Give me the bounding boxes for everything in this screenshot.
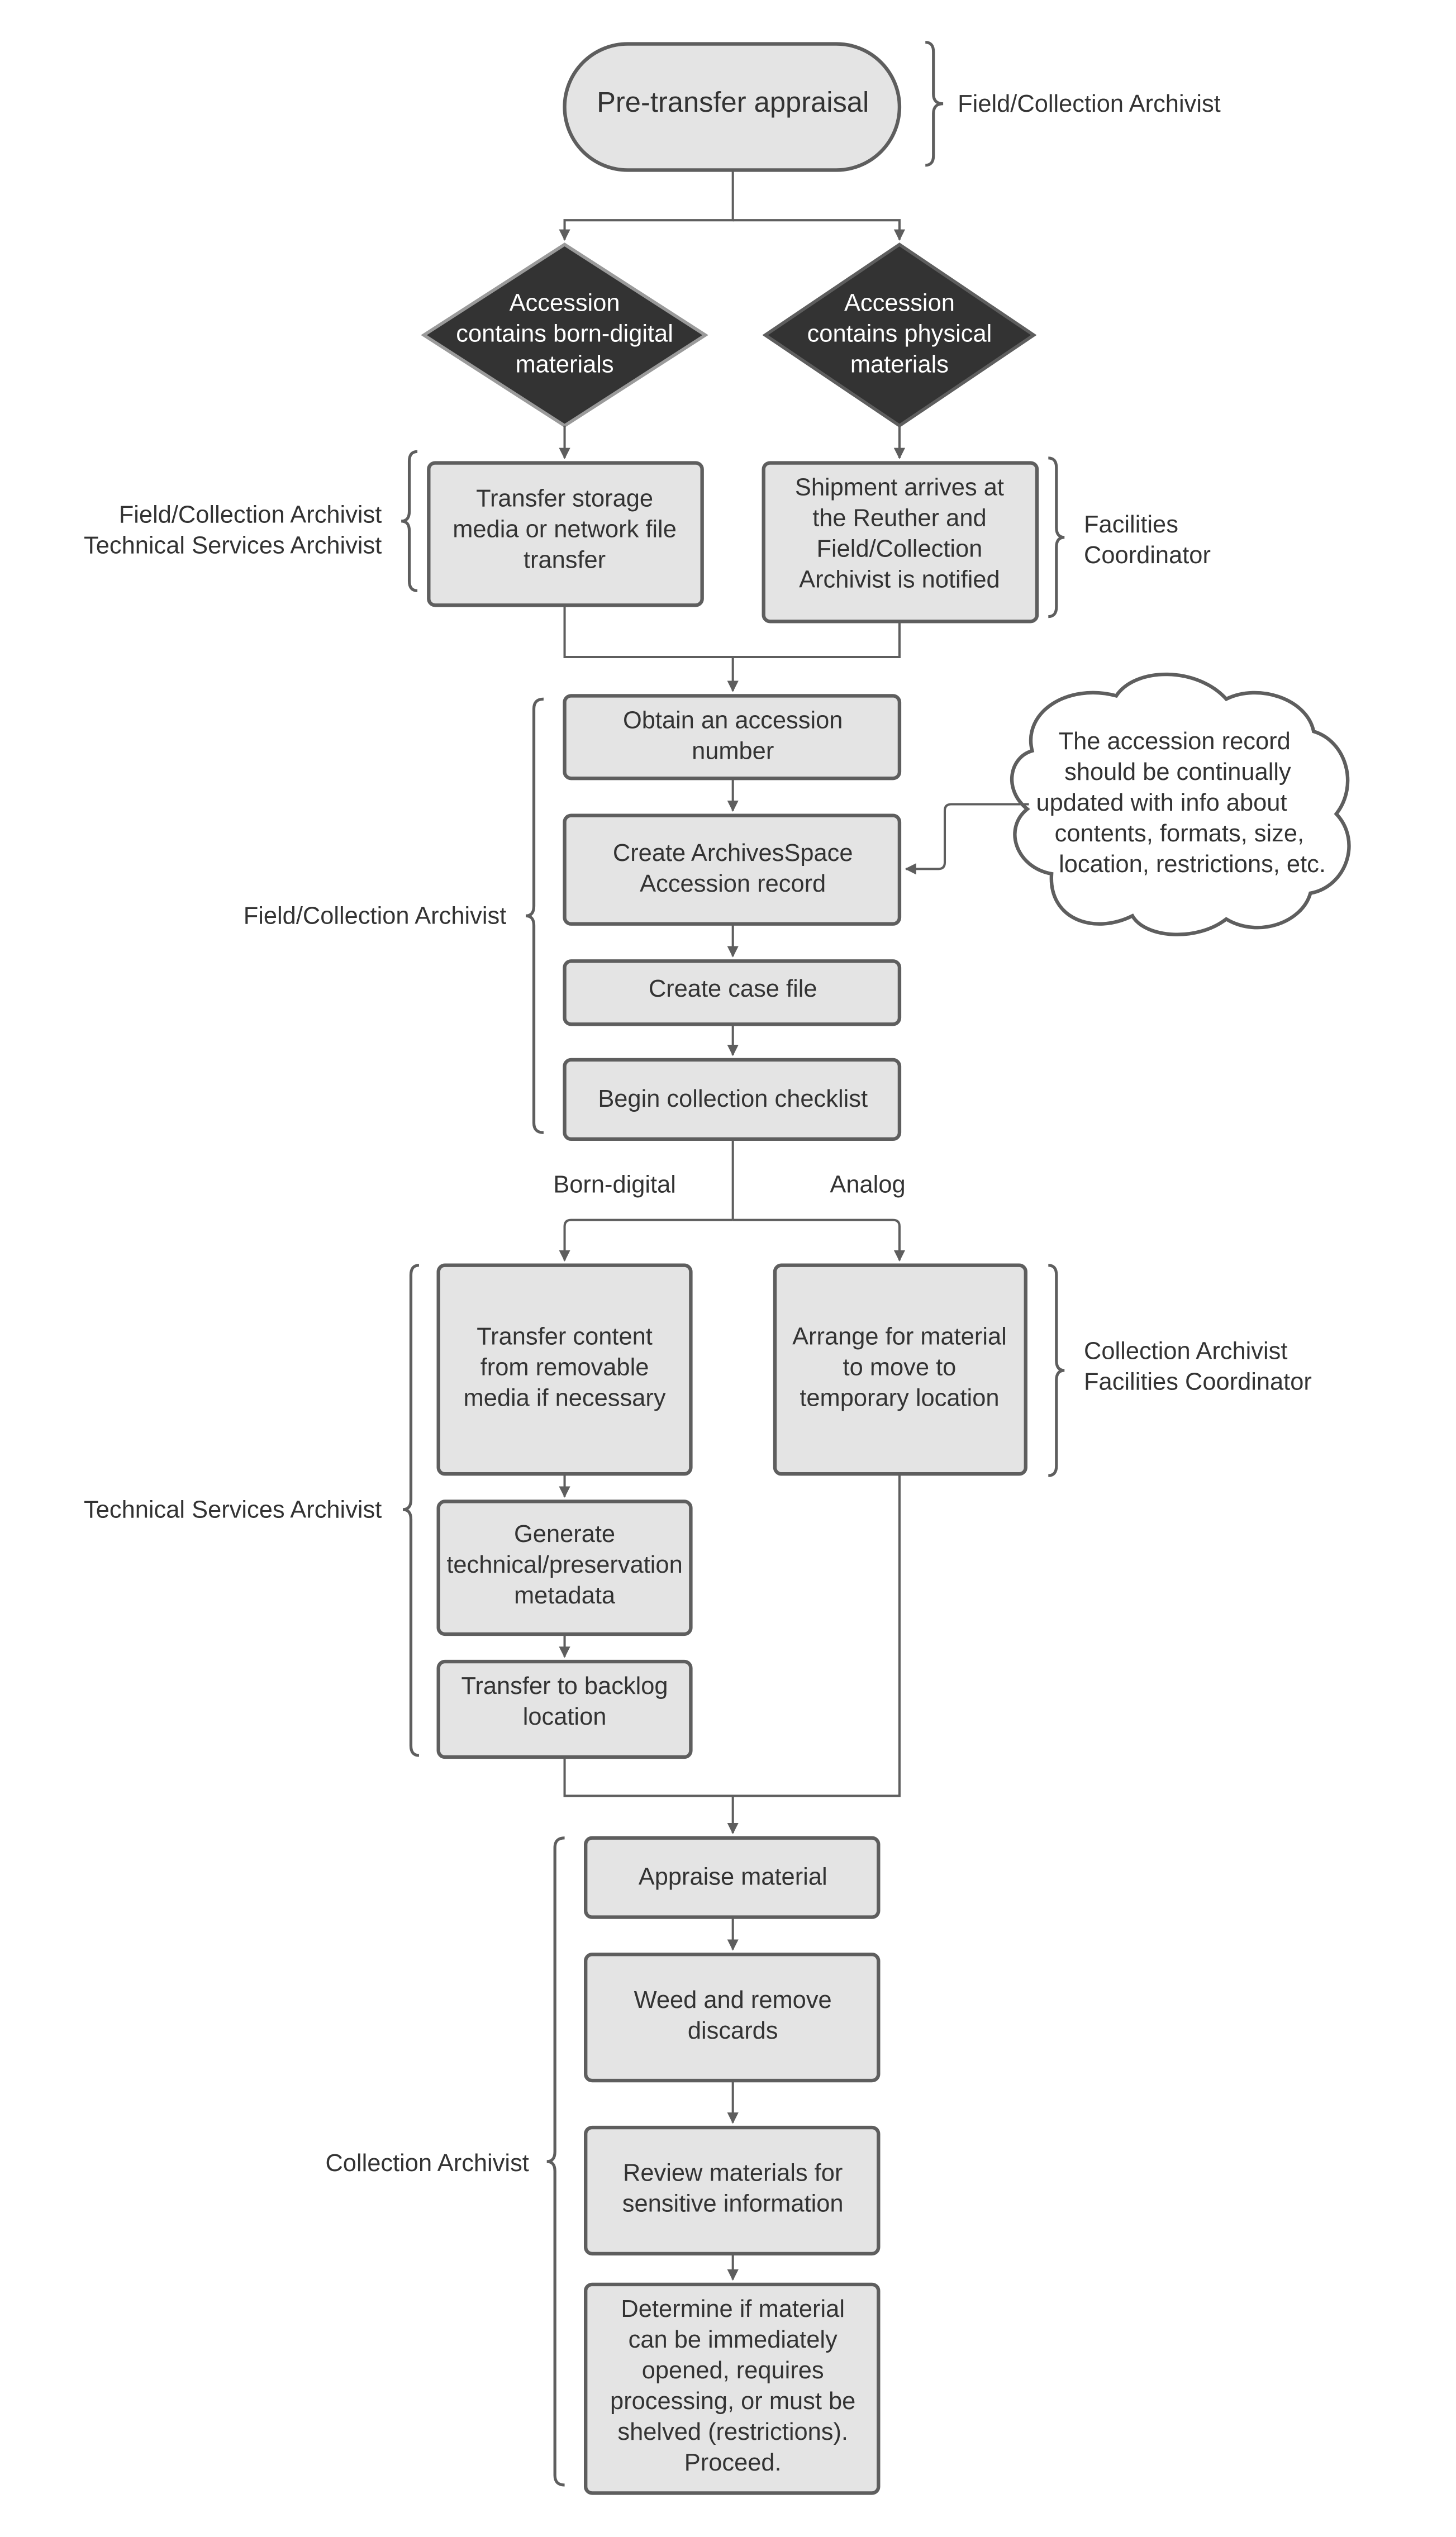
role-brace xyxy=(1048,456,1065,618)
step-text: sensitive information xyxy=(622,2191,844,2217)
step-text: temporary location xyxy=(800,1385,999,1412)
step-text: shelved (restrictions). xyxy=(617,2419,848,2445)
step-shipment-arrives[interactable]: Shipment arrives at the Reuther and Fiel… xyxy=(762,461,1039,623)
role-label-digital-path: Technical Services Archivist xyxy=(84,1496,382,1523)
step-text: Field/Collection xyxy=(816,535,982,562)
step-text: Arrange for material xyxy=(792,1324,1007,1350)
note-text: contents, formats, size, xyxy=(1055,820,1304,847)
step-text: Accession record xyxy=(640,870,826,897)
step-text: Create case file xyxy=(649,975,817,1002)
role-label-intake-physical: Coordinator xyxy=(1084,542,1211,569)
role-brace xyxy=(546,1836,565,2487)
step-text: opened, requires xyxy=(642,2357,824,2384)
step-text: Create ArchivesSpace xyxy=(613,840,853,867)
step-text: media or network file xyxy=(453,516,677,543)
branch-label-analog: Analog xyxy=(830,1171,905,1198)
role-label-intake-digital: Field/Collection Archivist xyxy=(119,502,382,529)
role-label-intake-digital: Technical Services Archivist xyxy=(84,532,382,559)
role-brace xyxy=(525,697,544,1134)
connector xyxy=(559,170,734,241)
step-review-sensitive[interactable]: Review materials for sensitive informati… xyxy=(584,2125,881,2256)
note-text: should be continually xyxy=(1064,759,1291,786)
step-weed-discards[interactable]: Weed and remove discards xyxy=(584,1953,881,2083)
step-text: Transfer storage xyxy=(476,485,653,512)
note-text: updated with info about xyxy=(1036,789,1287,816)
step-text: the Reuther and xyxy=(812,504,986,531)
role-label-start: Field/Collection Archivist xyxy=(958,91,1221,117)
step-text: location xyxy=(523,1703,607,1730)
note-text: location, restrictions, etc. xyxy=(1059,851,1326,878)
step-begin-collection-checklist[interactable]: Begin collection checklist xyxy=(563,1058,902,1141)
step-text: from removable xyxy=(480,1354,649,1381)
connector xyxy=(732,219,906,241)
step-transfer-to-backlog[interactable]: Transfer to backlog location xyxy=(436,1659,693,1759)
role-brace xyxy=(401,450,418,592)
decision-text: contains physical xyxy=(807,320,992,347)
step-text: processing, or must be xyxy=(610,2388,855,2415)
step-text: Obtain an accession xyxy=(623,707,843,734)
step-obtain-accession-number[interactable]: Obtain an accession number xyxy=(563,694,902,780)
step-transfer-content[interactable]: Transfer content from removable media if… xyxy=(436,1263,693,1476)
role-label-analog-path: Collection Archivist xyxy=(1084,1338,1287,1365)
note-cloud: The accession record should be continual… xyxy=(1010,672,1351,936)
step-text: Transfer to backlog xyxy=(461,1673,668,1700)
step-transfer-storage-media[interactable]: Transfer storage media or network file t… xyxy=(427,461,704,607)
connector xyxy=(559,1218,733,1262)
step-generate-metadata[interactable]: Generate technical/preservation metadata xyxy=(436,1500,693,1636)
connector xyxy=(905,803,1029,875)
step-text: technical/preservation xyxy=(446,1551,682,1578)
start-label: Pre-transfer appraisal xyxy=(597,86,869,118)
role-label-analog-path: Facilities Coordinator xyxy=(1084,1369,1312,1396)
role-label-processing: Collection Archivist xyxy=(325,2150,529,2177)
role-brace xyxy=(402,1264,420,1757)
decision-physical[interactable]: Accession contains physical materials xyxy=(762,242,1037,428)
step-determine-access[interactable]: Determine if material can be immediately… xyxy=(584,2282,881,2495)
branch-label-born-digital: Born-digital xyxy=(553,1171,676,1198)
step-text: Proceed. xyxy=(684,2449,782,2476)
step-text: Generate xyxy=(514,1521,615,1548)
step-text: number xyxy=(692,737,774,764)
role-brace xyxy=(925,41,944,167)
role-label-accession: Field/Collection Archivist xyxy=(244,903,507,930)
flowchart: Pre-transfer appraisal Field/Collection … xyxy=(84,41,1351,2495)
step-text: Begin collection checklist xyxy=(598,1086,868,1112)
step-text: Determine if material xyxy=(621,2296,845,2322)
step-appraise-material[interactable]: Appraise material xyxy=(584,1836,881,1919)
decision-text: Accession xyxy=(510,289,620,316)
decision-text: contains born-digital xyxy=(456,320,673,347)
decision-text: materials xyxy=(850,351,949,378)
step-text: Appraise material xyxy=(639,1864,827,1891)
start-terminator[interactable]: Pre-transfer appraisal xyxy=(563,42,902,172)
role-label-intake-physical: Facilities xyxy=(1084,511,1178,538)
step-text: Archivist is notified xyxy=(799,566,1000,593)
step-create-accession-record[interactable]: Create ArchivesSpace Accession record xyxy=(563,813,902,926)
step-text: transfer xyxy=(524,547,606,574)
step-text: to move to xyxy=(843,1354,957,1381)
connector xyxy=(732,1218,906,1262)
decision-text: Accession xyxy=(844,289,955,316)
step-text: can be immediately xyxy=(629,2326,838,2353)
note-text: The accession record xyxy=(1059,728,1291,755)
step-arrange-temporary-location[interactable]: Arrange for material to move to temporar… xyxy=(773,1263,1027,1476)
decision-born-digital[interactable]: Accession contains born-digital material… xyxy=(421,242,708,428)
step-text: Shipment arrives at xyxy=(795,474,1004,501)
decision-text: materials xyxy=(515,351,613,378)
step-text: Weed and remove xyxy=(634,1987,832,2014)
step-create-case-file[interactable]: Create case file xyxy=(563,959,902,1026)
step-text: media if necessary xyxy=(464,1385,666,1412)
step-text: Review materials for xyxy=(623,2160,843,2187)
step-text: discards xyxy=(688,2017,778,2044)
role-brace xyxy=(1048,1264,1065,1477)
step-text: Transfer content xyxy=(477,1324,653,1350)
step-text: metadata xyxy=(514,1582,616,1609)
